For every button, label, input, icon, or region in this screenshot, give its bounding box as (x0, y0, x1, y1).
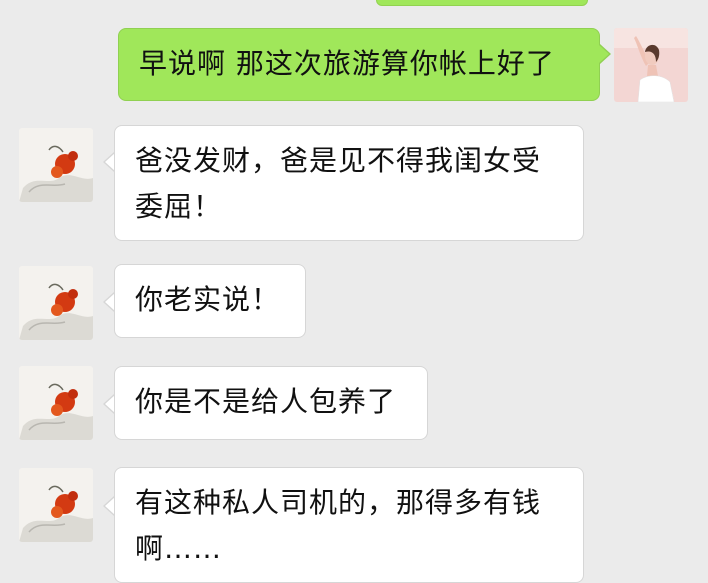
message-text: 早说啊 那这次旅游算你帐上好了 (139, 47, 555, 80)
contact-avatar[interactable] (19, 128, 93, 202)
my-avatar[interactable] (614, 28, 688, 102)
message-text: 爸没发财，爸是见不得我闺女受委屈！ (135, 144, 542, 223)
message-text: 有这种私人司机的，那得多有钱啊…… (135, 486, 542, 565)
previous-message-bubble-edge (376, 0, 588, 6)
bubble-tail (599, 45, 609, 63)
message-bubble-incoming[interactable]: 你是不是给人包养了 (114, 366, 428, 440)
message-text: 你是不是给人包养了 (135, 385, 397, 418)
message-text: 你老实说！ (135, 283, 281, 316)
contact-avatar[interactable] (19, 266, 93, 340)
message-bubble-incoming[interactable]: 你老实说！ (114, 264, 306, 338)
chat-view: 早说啊 那这次旅游算你帐上好了 爸没发财，爸是见不得我闺女受委屈！ 你老实说！ … (0, 0, 708, 583)
message-bubble-outgoing[interactable]: 早说啊 那这次旅游算你帐上好了 (118, 28, 600, 101)
contact-avatar[interactable] (19, 468, 93, 542)
message-bubble-incoming[interactable]: 有这种私人司机的，那得多有钱啊…… (114, 467, 584, 583)
contact-avatar[interactable] (19, 366, 93, 440)
message-bubble-incoming[interactable]: 爸没发财，爸是见不得我闺女受委屈！ (114, 125, 584, 241)
